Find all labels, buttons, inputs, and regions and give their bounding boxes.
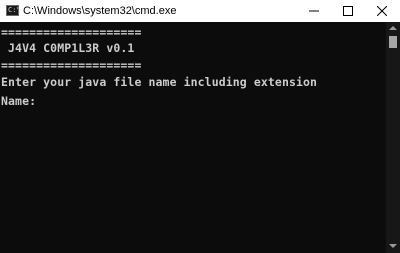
console-line-separator-top: ====================	[1, 25, 142, 39]
console-line-separator-bottom: ====================	[1, 58, 142, 72]
console-line-banner: J4V4 C0MP1L3R v0.1	[1, 41, 135, 55]
scrollbar-thumb[interactable]	[389, 36, 397, 48]
scroll-down-arrow-icon[interactable]	[389, 244, 397, 248]
maximize-button[interactable]	[331, 0, 365, 22]
close-button[interactable]	[365, 0, 399, 22]
console-line-name-prompt[interactable]: Name:	[1, 94, 36, 108]
window-title: C:\Windows\system32\cmd.exe	[23, 5, 177, 17]
cmd-window: C:\ C:\Windows\system32\cmd.exe ========…	[0, 0, 400, 253]
console-line-prompt: Enter your java file name including exte…	[1, 75, 318, 89]
close-icon	[377, 6, 387, 16]
vertical-scrollbar[interactable]	[386, 22, 400, 253]
scroll-up-arrow-icon[interactable]	[389, 26, 397, 30]
maximize-icon	[343, 6, 353, 16]
cmd-app-icon[interactable]: C:\	[6, 5, 19, 16]
console-output[interactable]: ==================== J4V4 C0MP1L3R v0.1 …	[0, 22, 386, 253]
minimize-icon	[309, 10, 319, 12]
minimize-button[interactable]	[297, 0, 331, 22]
title-bar[interactable]: C:\ C:\Windows\system32\cmd.exe	[0, 0, 400, 22]
